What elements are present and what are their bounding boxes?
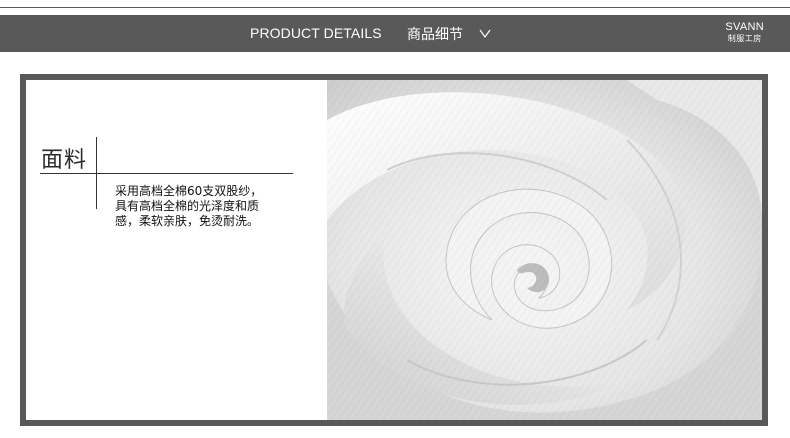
top-divider	[0, 7, 790, 8]
fabric-photo	[327, 80, 762, 420]
description-line: 采用高档全棉60支双股纱，	[115, 184, 263, 198]
description-line: 具有高档全棉的光泽度和质	[115, 199, 260, 213]
product-details-section: PRODUCT DETAILS 商品细节 SVANN 制服工房 面料 采用高档全…	[0, 0, 790, 438]
fabric-swirl-image	[327, 80, 762, 420]
header-bar: PRODUCT DETAILS 商品细节 SVANN 制服工房	[0, 15, 790, 52]
fabric-detail-frame: 面料 采用高档全棉60支双股纱， 具有高档全棉的光泽度和质 感，柔软亲肤，免烫耐…	[20, 74, 768, 426]
description-line: 感，柔软亲肤，免烫耐洗。	[115, 214, 260, 228]
brand-name: SVANN	[725, 21, 764, 33]
header-title-en: PRODUCT DETAILS	[250, 25, 382, 41]
chevron-down-icon	[479, 29, 491, 39]
brand-logo: SVANN 制服工房	[725, 21, 764, 45]
fabric-description: 采用高档全棉60支双股纱， 具有高档全棉的光泽度和质 感，柔软亲肤，免烫耐洗。	[115, 184, 315, 229]
section-title: 面料	[41, 148, 88, 173]
header-title-cn: 商品细节	[407, 27, 463, 43]
horizontal-divider	[40, 173, 293, 174]
brand-subtitle: 制服工房	[727, 34, 762, 43]
fabric-info-panel: 面料 采用高档全棉60支双股纱， 具有高档全棉的光泽度和质 感，柔软亲肤，免烫耐…	[26, 80, 327, 420]
